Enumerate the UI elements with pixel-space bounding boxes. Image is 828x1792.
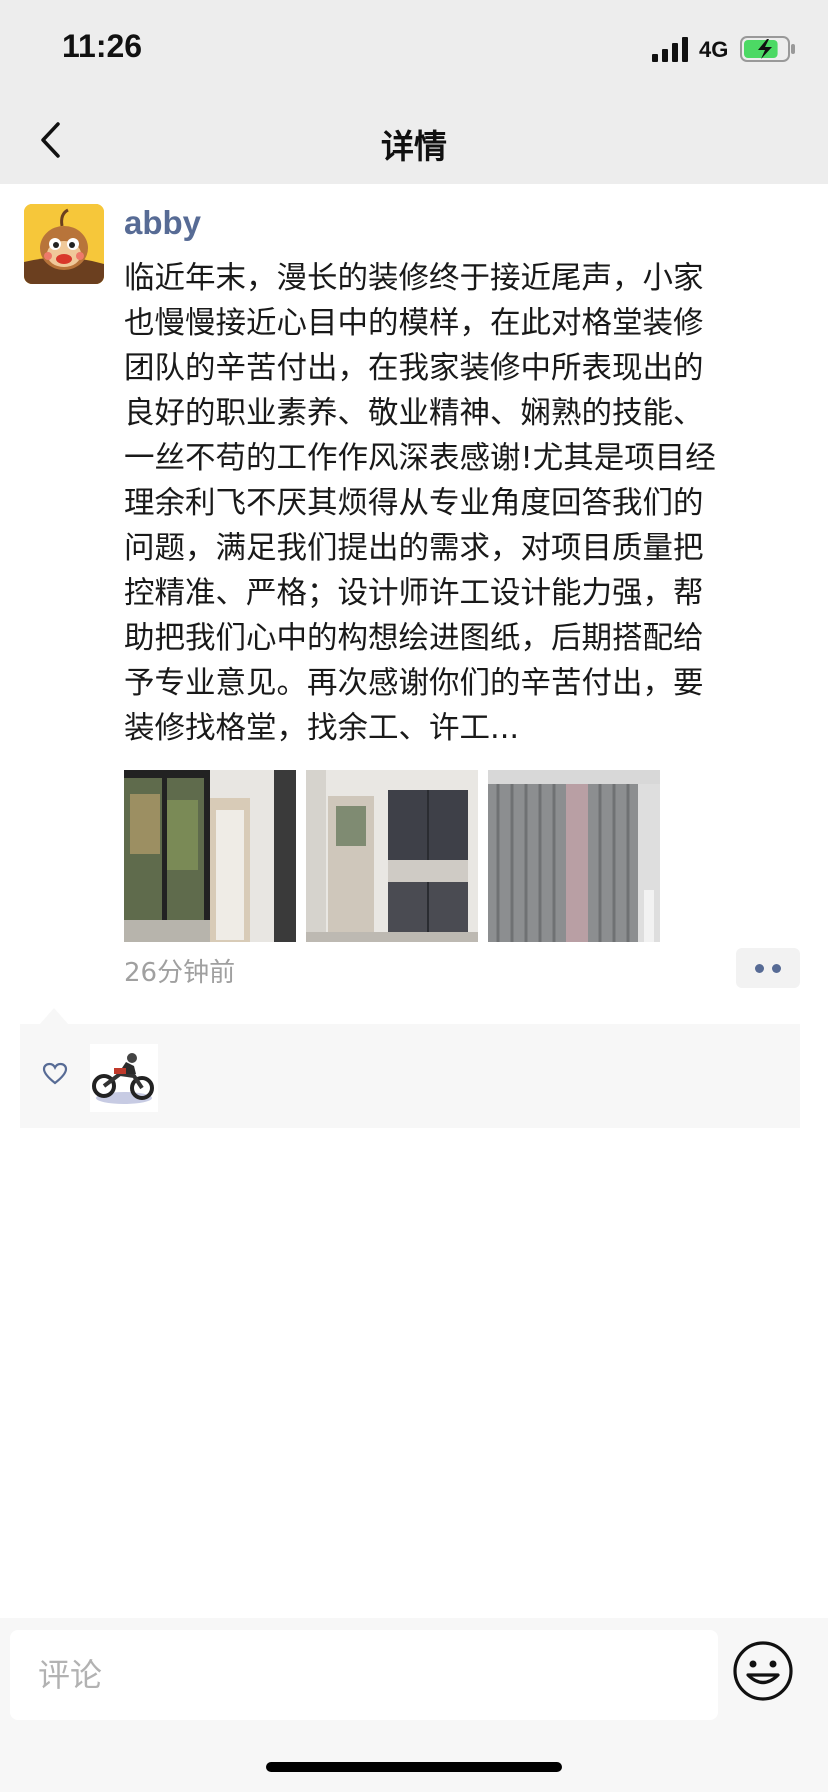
likes-panel (20, 1024, 800, 1128)
comment-input[interactable]: 评论 (10, 1630, 718, 1720)
status-time: 11:26 (62, 28, 143, 64)
avatar[interactable] (24, 204, 104, 284)
battery-icon (740, 36, 795, 62)
signal-icon (652, 37, 688, 62)
room-window-photo (124, 770, 296, 942)
motorcycle-avatar (90, 1044, 158, 1112)
status-bar: 11:26 4G (0, 0, 828, 100)
post-photo[interactable] (124, 770, 296, 942)
home-indicator (266, 1762, 562, 1772)
more-actions-button[interactable] (736, 948, 800, 988)
network-type: 4G (699, 37, 729, 62)
post-content: 临近年末，漫长的装修终于接近尾声，小家 也慢慢接近心目中的模样，在此对格堂装修 … (124, 261, 716, 746)
post-timestamp: 26分钟前 (124, 958, 236, 988)
likes-pointer (40, 1008, 68, 1024)
avatar-image (24, 204, 104, 284)
curtain-photo (488, 770, 660, 942)
post-photo[interactable] (306, 770, 478, 942)
nav-bar: 详情 (0, 100, 828, 184)
more-dot-icon (772, 963, 781, 973)
photo-grid (124, 770, 660, 942)
more-dot-icon (755, 963, 764, 973)
heart-icon (42, 1062, 68, 1085)
author-name[interactable]: abby (124, 204, 201, 242)
page-title: 详情 (381, 127, 447, 166)
liker-avatar[interactable] (90, 1044, 158, 1112)
smiley-icon[interactable] (732, 1640, 794, 1702)
kitchen-cabinet-photo (306, 770, 478, 942)
post-photo[interactable] (488, 770, 660, 942)
